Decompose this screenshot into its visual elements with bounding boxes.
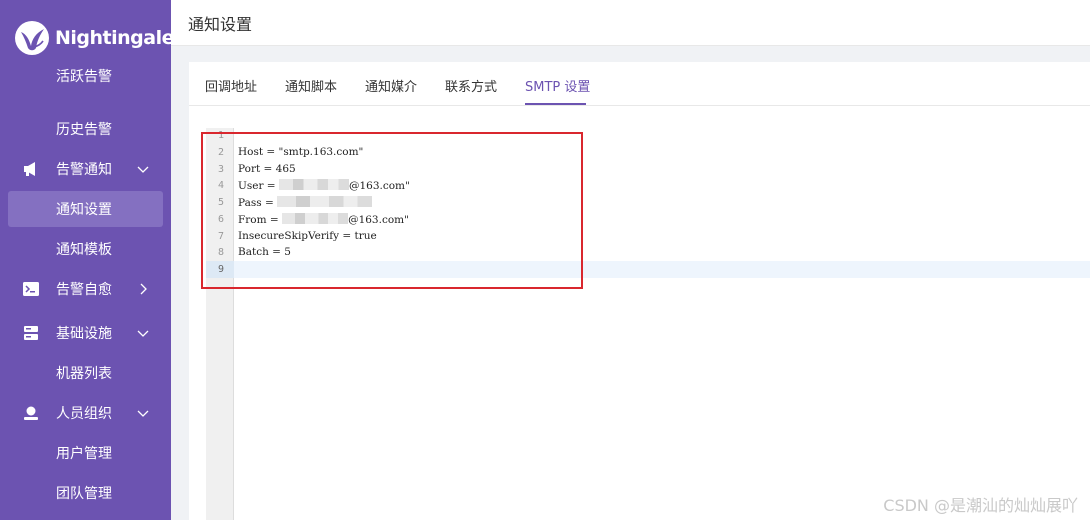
megaphone-icon [24, 162, 35, 176]
page-header: 通知设置 [171, 0, 1090, 46]
menu-group-self-healing[interactable]: 告警自愈 [0, 271, 171, 307]
menu-item-team-management[interactable]: 团队管理 [0, 475, 171, 511]
menu-group-people-org[interactable]: 人员组织 [0, 395, 171, 431]
annotation-highlight-box [201, 132, 583, 289]
tab-notify-script[interactable]: 通知脚本 [285, 76, 337, 95]
sidebar: Nightingale 活跃告警 历史告警 告警通知 通知设置 通知模板 告警自… [0, 0, 171, 520]
menu-item-user-management[interactable]: 用户管理 [0, 435, 171, 471]
settings-tabs: 回调地址 通知脚本 通知媒介 联系方式 SMTP 设置 [189, 62, 1090, 106]
chevron-down-icon [137, 410, 149, 417]
menu-item-notify-settings[interactable]: 通知设置 [0, 191, 171, 227]
brand-logo[interactable]: Nightingale [14, 18, 171, 58]
tab-contact-method[interactable]: 联系方式 [445, 76, 497, 95]
brand-name: Nightingale [55, 27, 171, 49]
menu-group-infrastructure[interactable]: 基础设施 [0, 315, 171, 351]
active-tab-indicator [525, 103, 586, 105]
chevron-right-icon [140, 283, 147, 295]
menu-item-machine-list[interactable]: 机器列表 [0, 355, 171, 391]
menu-item-notify-templates[interactable]: 通知模板 [0, 231, 171, 267]
server-icon [24, 326, 38, 340]
tab-notify-channel[interactable]: 通知媒介 [365, 76, 417, 95]
page-title: 通知设置 [188, 15, 253, 34]
menu-group-alert-notify[interactable]: 告警通知 [0, 151, 171, 187]
terminal-icon [23, 282, 39, 296]
settings-card: 回调地址 通知脚本 通知媒介 联系方式 SMTP 设置 1 2 3 4 5 6 … [189, 62, 1090, 520]
menu-item-history-alerts[interactable]: 历史告警 [0, 111, 171, 147]
chevron-down-icon [137, 166, 149, 173]
tab-smtp-settings[interactable]: SMTP 设置 [525, 76, 590, 95]
csdn-watermark: CSDN @是潮汕的灿灿展吖 [883, 496, 1078, 515]
chevron-down-icon [137, 330, 149, 337]
tab-callback-url[interactable]: 回调地址 [205, 76, 257, 95]
user-icon [24, 406, 38, 420]
nightingale-bird-icon [15, 21, 49, 55]
menu-item-active-alerts[interactable]: 活跃告警 [0, 69, 171, 108]
